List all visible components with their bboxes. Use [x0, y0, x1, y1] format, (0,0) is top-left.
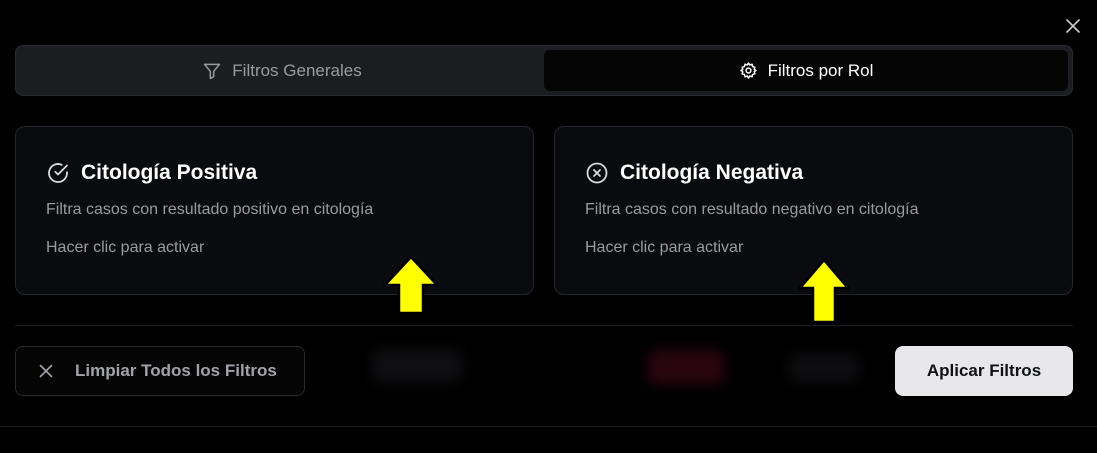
card-title: Citología Positiva: [81, 161, 258, 184]
section-divider: [15, 325, 1073, 326]
clear-button-label: Limpiar Todos los Filtros: [75, 361, 277, 380]
card-description: Filtra casos con resultado negativo en c…: [585, 201, 919, 218]
blurred-placeholder: [790, 354, 858, 382]
filter-icon: [204, 63, 221, 79]
check-circle-icon: [48, 163, 68, 183]
card-title: Citología Negativa: [620, 161, 804, 184]
annotation-arrow-up: [798, 258, 850, 324]
annotation-arrow-up: [383, 255, 439, 315]
card-description: Filtra casos con resultado positivo en c…: [46, 201, 374, 218]
apply-filters-button[interactable]: Aplicar Filtros: [895, 346, 1073, 396]
gear-icon: [739, 62, 757, 79]
x-circle-icon: [586, 162, 608, 184]
filters-modal: Filtros Generales Filtros por Rol Citolo…: [0, 0, 1097, 453]
apply-button-label: Aplicar Filtros: [926, 361, 1042, 380]
close-button[interactable]: [1061, 14, 1085, 38]
tab-label: Filtros por Rol: [767, 60, 874, 80]
card-hint: Hacer clic para activar: [585, 239, 744, 256]
filter-card-citologia-positiva[interactable]: Citología Positiva Filtra casos con resu…: [15, 126, 534, 295]
blurred-placeholder: [372, 350, 462, 382]
x-icon: [39, 364, 53, 378]
footer-divider: [0, 426, 1097, 427]
tab-filtros-por-rol[interactable]: Filtros por Rol: [544, 50, 1068, 91]
close-icon: [1066, 19, 1080, 33]
clear-all-filters-button[interactable]: Limpiar Todos los Filtros: [15, 346, 305, 396]
blurred-placeholder: [648, 350, 724, 384]
tab-filtros-generales[interactable]: Filtros Generales: [20, 50, 544, 91]
tab-label: Filtros Generales: [232, 60, 362, 80]
tab-list: Filtros Generales Filtros por Rol: [15, 45, 1073, 96]
